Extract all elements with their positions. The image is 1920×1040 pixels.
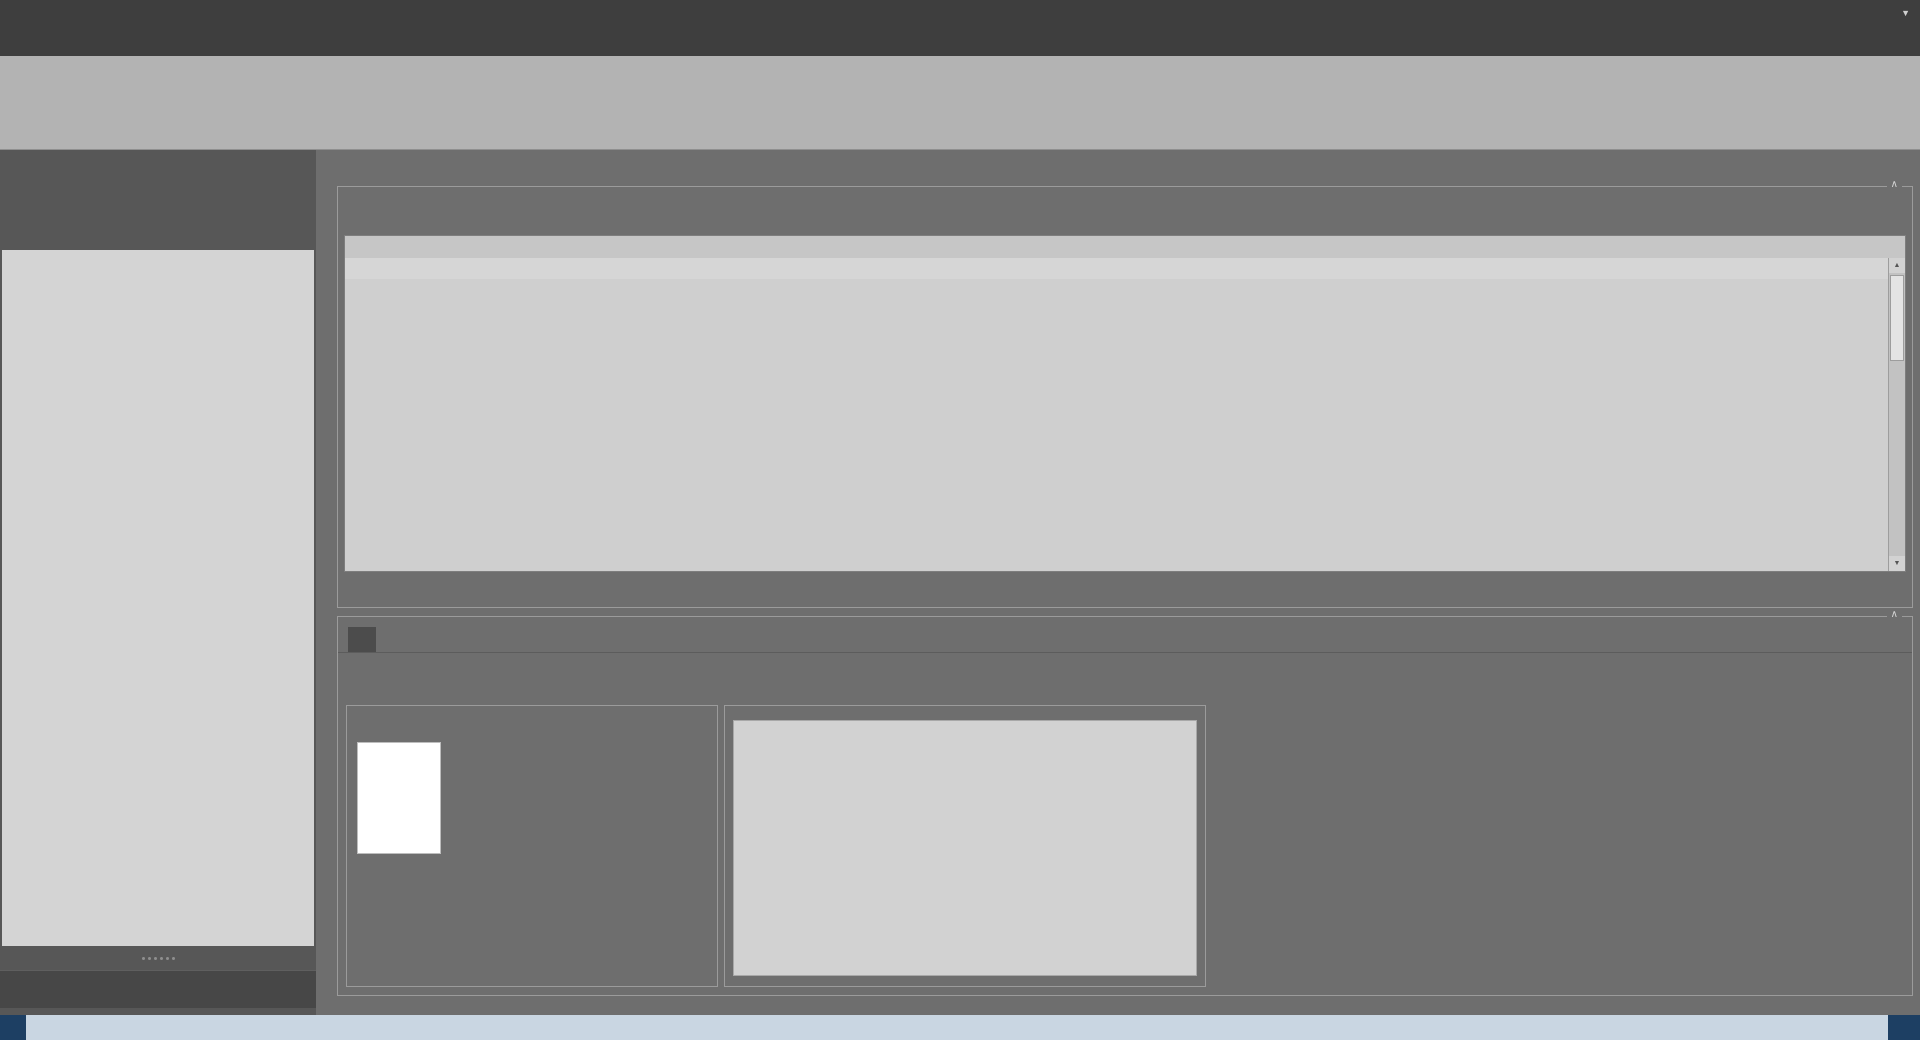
employee-photo — [357, 742, 441, 854]
gear-icon — [10, 981, 27, 998]
grid-filter-row — [345, 258, 1888, 279]
grid-header-row — [345, 236, 1905, 258]
event-log-details-panel: ∧ — [337, 616, 1913, 996]
navigation-header — [0, 150, 316, 178]
scrollbar-thumb[interactable] — [1890, 275, 1904, 361]
license-check-icon — [65, 1020, 81, 1036]
foto-groupbox — [724, 705, 1206, 987]
window-title — [0, 0, 1920, 30]
navigation-view-icon — [8, 156, 24, 172]
ribbon — [0, 56, 1920, 150]
navigation-panel — [0, 150, 316, 1015]
nav-splitter-handle[interactable] — [0, 954, 316, 962]
no-camera-icon — [733, 720, 1197, 976]
record-navigator — [344, 577, 1906, 599]
title-bar — [0, 0, 1920, 30]
scroll-up-icon[interactable]: ▲ — [1889, 258, 1905, 273]
nav-bottom-bar[interactable] — [0, 970, 316, 1008]
scroll-down-icon[interactable]: ▼ — [1889, 556, 1905, 571]
tab-details[interactable] — [348, 627, 376, 652]
close-icon[interactable] — [292, 156, 308, 172]
event-log-grid: ▲ ▼ — [344, 235, 1906, 572]
app-window: ▼ ∧ ▲ ▼ ∧ — [0, 0, 1920, 1040]
navigation-tree — [2, 250, 314, 946]
tab-overflow-icon[interactable]: ▼ — [1901, 8, 1910, 18]
vertical-scrollbar[interactable]: ▲ ▼ — [1888, 258, 1905, 571]
status-app-version — [0, 1015, 26, 1040]
general-groupbox — [346, 705, 718, 987]
event-log-panel: ∧ ▲ ▼ — [337, 186, 1913, 608]
collapse-panel-icon[interactable]: ∧ — [1887, 609, 1902, 620]
collapse-panel-icon[interactable]: ∧ — [1887, 179, 1902, 190]
document-tab-bar — [337, 152, 1920, 180]
status-operator — [1888, 1015, 1920, 1040]
database-icon — [35, 1020, 51, 1036]
menu-bar — [0, 30, 1920, 56]
pin-icon[interactable] — [270, 156, 286, 172]
status-bar — [0, 1015, 1920, 1040]
